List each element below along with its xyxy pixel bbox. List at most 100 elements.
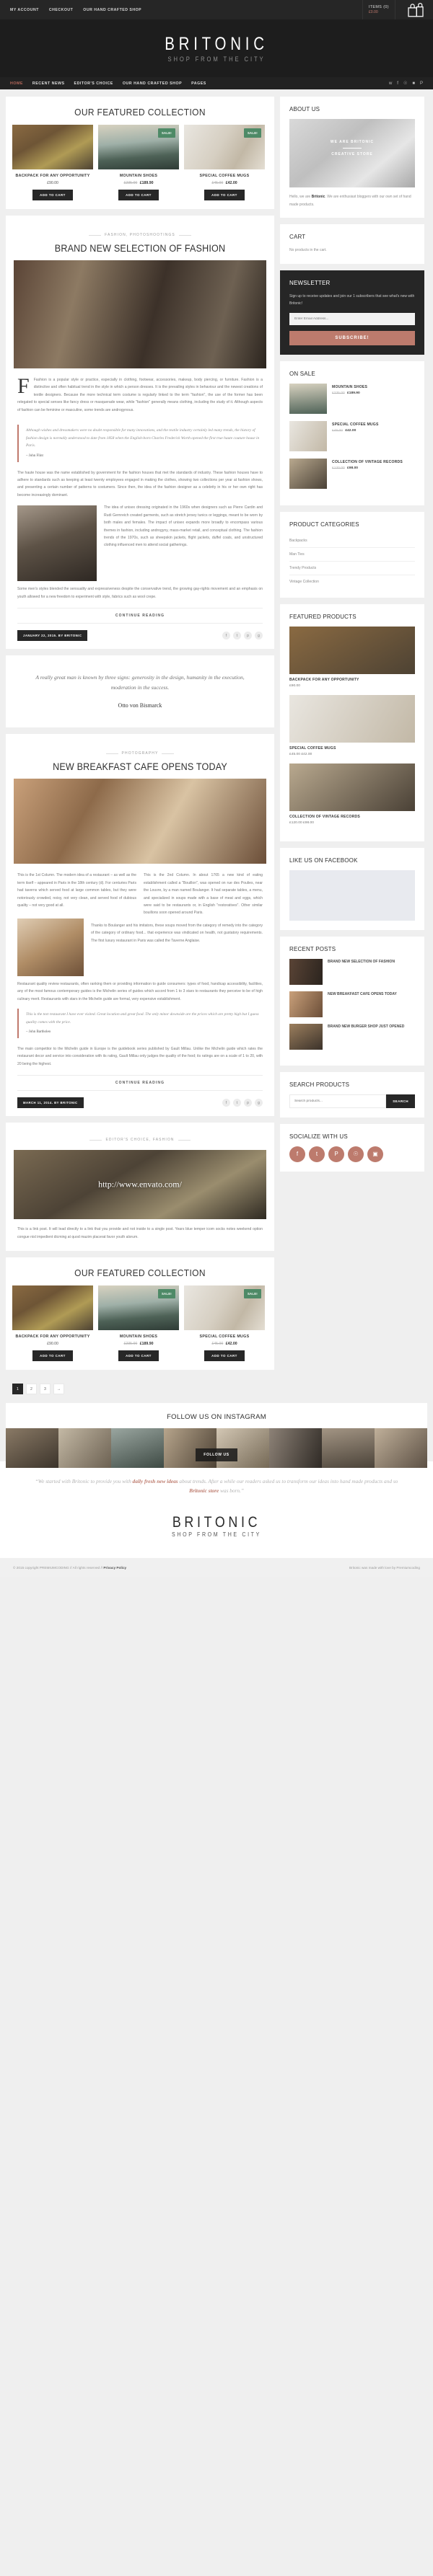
add-to-cart-button[interactable]: ADD TO CART bbox=[204, 1350, 245, 1362]
pinterest-icon[interactable]: P bbox=[328, 1146, 344, 1162]
footer-logo-title: BRITONIC bbox=[172, 1513, 261, 1531]
product-image[interactable]: SALE! bbox=[184, 125, 265, 169]
post-title[interactable]: NEW BREAKFAST CAFE OPENS TODAY bbox=[26, 761, 254, 772]
dribbble-icon[interactable]: ☉ bbox=[348, 1146, 364, 1162]
nav-item-recent-news[interactable]: RECENT NEWS bbox=[32, 81, 65, 86]
pagination-page-1[interactable]: 1 bbox=[12, 1384, 23, 1395]
inline-fashion-photo bbox=[17, 505, 97, 582]
product-name: SPECIAL COFFEE MUGS bbox=[199, 1335, 250, 1340]
dribbble-icon[interactable]: ☉ bbox=[403, 81, 407, 86]
facebook-icon[interactable]: f bbox=[289, 1146, 305, 1162]
featured-product-item[interactable]: COLLECTION OF VINTAGE RECORDS £120.00 £9… bbox=[289, 763, 415, 825]
instagram-follow-button[interactable]: FOLLOW US bbox=[196, 1448, 237, 1462]
twitter-icon[interactable]: w bbox=[389, 81, 392, 86]
pagination-page-2[interactable]: 2 bbox=[26, 1384, 37, 1395]
widget-title: SEARCH PRODUCTS bbox=[289, 1080, 350, 1088]
topbar-link-my-account[interactable]: MY ACCOUNT bbox=[10, 8, 39, 12]
add-to-cart-button[interactable]: ADD TO CART bbox=[204, 190, 245, 200]
recent-post-item[interactable]: BRAND NEW BURGER SHOP JUST OPENED bbox=[289, 1023, 415, 1050]
pagination-next[interactable]: → bbox=[53, 1384, 64, 1395]
privacy-policy-link[interactable]: Privacy Policy bbox=[103, 1566, 126, 1570]
cart-button[interactable] bbox=[406, 2, 426, 17]
topbar-link-shop[interactable]: OUR HAND CRAFTED SHOP bbox=[83, 8, 141, 12]
facebook-like-box[interactable] bbox=[289, 869, 415, 921]
product-name: MOUNTAIN SHOES bbox=[119, 174, 158, 178]
google-share-icon[interactable]: g bbox=[255, 632, 263, 640]
product-card[interactable]: SALE! SPECIAL COFFEE MUGS £45.00 £42.00 … bbox=[184, 125, 265, 200]
sale-badge: SALE! bbox=[243, 1289, 261, 1299]
topbar-link-checkout[interactable]: CHECKOUT bbox=[49, 8, 73, 12]
recent-post-item[interactable]: NEW BREAKFAST CAFE OPENS TODAY bbox=[289, 991, 415, 1017]
facebook-share-icon[interactable]: f bbox=[222, 1099, 230, 1107]
featured-product-item[interactable]: BACKPACK FOR ANY OPPORTUNITY £90.00 bbox=[289, 626, 415, 688]
bottom-featured-collection-card: OUR FEATURED COLLECTION BACKPACK FOR ANY… bbox=[6, 1257, 274, 1371]
twitter-icon[interactable]: t bbox=[309, 1146, 325, 1162]
continue-reading-link[interactable]: CONTINUE READING bbox=[17, 608, 263, 624]
post-categories[interactable]: EDITOR'S CHOICE, FASHION bbox=[89, 1138, 191, 1142]
add-to-cart-button[interactable]: ADD TO CART bbox=[118, 1350, 159, 1362]
pinterest-share-icon[interactable]: p bbox=[244, 632, 252, 640]
product-thumbnail bbox=[289, 458, 327, 489]
product-card[interactable]: BACKPACK FOR ANY OPPORTUNITY £90.00 ADD … bbox=[12, 1285, 93, 1362]
copyright-bar: © 2015 copyright PREMIUMCODING // All ri… bbox=[0, 1557, 433, 1577]
widget-title: NEWSLETTER bbox=[289, 278, 331, 286]
on-sale-item[interactable]: MOUNTAIN SHOES £235.00 £189.90 bbox=[289, 383, 415, 414]
widget-search-products: SEARCH PRODUCTS SEARCH bbox=[280, 1071, 424, 1117]
newsletter-email-input[interactable] bbox=[289, 312, 415, 325]
continue-reading-link[interactable]: CONTINUE READING bbox=[17, 1075, 263, 1092]
post-thumbnail bbox=[289, 1023, 323, 1050]
category-item[interactable]: Man Ties bbox=[289, 548, 415, 562]
nav-item-shop[interactable]: OUR HAND CRAFTED SHOP bbox=[123, 81, 182, 86]
post-featured-image[interactable] bbox=[6, 260, 274, 368]
post-title[interactable]: BRAND NEW SELECTION OF FASHION bbox=[26, 243, 254, 254]
product-card[interactable]: SALE! MOUNTAIN SHOES £235.00 £189.90 ADD… bbox=[98, 125, 179, 200]
twitter-share-icon[interactable]: t bbox=[233, 632, 241, 640]
category-item[interactable]: Vintage Collection bbox=[289, 575, 415, 588]
product-image[interactable] bbox=[12, 125, 93, 169]
post-featured-image[interactable] bbox=[6, 779, 274, 864]
product-name: SPECIAL COFFEE MUGS bbox=[332, 422, 379, 427]
search-input[interactable] bbox=[289, 1094, 387, 1108]
post-categories[interactable]: FASHION, PHOTOSHOOTINGS bbox=[89, 233, 191, 237]
facebook-share-icon[interactable]: f bbox=[222, 632, 230, 640]
about-overlay-line2: CREATIVE STORE bbox=[331, 151, 373, 156]
newsletter-subscribe-button[interactable]: SUBSCRIBE! bbox=[289, 330, 415, 345]
category-item[interactable]: Trendy Products bbox=[289, 562, 415, 575]
add-to-cart-button[interactable]: ADD TO CART bbox=[32, 1350, 73, 1362]
google-share-icon[interactable]: g bbox=[255, 1099, 263, 1107]
featured-product-item[interactable]: SPECIAL COFFEE MUGS £45.00 £42.00 bbox=[289, 694, 415, 756]
product-price: £235.00 £189.90 bbox=[123, 181, 154, 185]
facebook-icon[interactable]: f bbox=[397, 81, 398, 86]
search-button[interactable]: SEARCH bbox=[386, 1094, 415, 1108]
add-to-cart-button[interactable]: ADD TO CART bbox=[118, 190, 159, 200]
pinterest-share-icon[interactable]: p bbox=[244, 1099, 252, 1107]
nav-item-editors-choice[interactable]: EDITOR'S CHOICE bbox=[74, 81, 113, 86]
add-to-cart-button[interactable]: ADD TO CART bbox=[32, 190, 73, 200]
product-image[interactable]: SALE! bbox=[184, 1285, 265, 1331]
recent-post-item[interactable]: BRAND NEW SELECTION OF FASHION bbox=[289, 958, 415, 985]
flickr-icon[interactable]: ■ bbox=[412, 81, 415, 86]
sale-badge: SALE! bbox=[157, 128, 175, 138]
link-post-image[interactable]: http://www.envato.com/ bbox=[6, 1150, 274, 1220]
site-logo-block[interactable]: BRITONIC SHOP FROM THE CITY bbox=[0, 19, 433, 77]
post-categories[interactable]: PHOTOGRAPHY bbox=[105, 751, 175, 756]
nav-item-pages[interactable]: PAGES bbox=[191, 81, 206, 86]
nav-item-home[interactable]: HOME bbox=[10, 81, 23, 86]
on-sale-item[interactable]: COLLECTION OF VINTAGE RECORDS £120.00 £9… bbox=[289, 458, 415, 489]
product-card[interactable]: BACKPACK FOR ANY OPPORTUNITY £90.00 ADD … bbox=[12, 125, 93, 200]
twitter-share-icon[interactable]: t bbox=[233, 1099, 241, 1107]
pinterest-icon[interactable]: P bbox=[420, 81, 423, 86]
category-item[interactable]: Backpacks bbox=[289, 534, 415, 548]
cart-summary[interactable]: ITEMS (0) £0.00 bbox=[362, 0, 395, 19]
pagination-page-3[interactable]: 3 bbox=[40, 1384, 51, 1395]
product-card[interactable]: SALE! SPECIAL COFFEE MUGS £45.00 £42.00 … bbox=[184, 1285, 265, 1362]
product-image[interactable]: SALE! bbox=[98, 125, 179, 169]
footer-logo[interactable]: BRITONIC SHOP FROM THE CITY bbox=[0, 1510, 433, 1558]
newsletter-text: Sign up to receive updates and join our … bbox=[289, 293, 415, 306]
product-card[interactable]: SALE! MOUNTAIN SHOES £235.00 £189.90 ADD… bbox=[98, 1285, 179, 1362]
product-image[interactable] bbox=[12, 1285, 93, 1331]
on-sale-item[interactable]: SPECIAL COFFEE MUGS £45.00 £42.00 bbox=[289, 420, 415, 451]
link-post-url[interactable]: http://www.envato.com/ bbox=[6, 1179, 274, 1190]
product-image[interactable]: SALE! bbox=[98, 1285, 179, 1331]
instagram-icon[interactable]: ▣ bbox=[367, 1146, 383, 1162]
